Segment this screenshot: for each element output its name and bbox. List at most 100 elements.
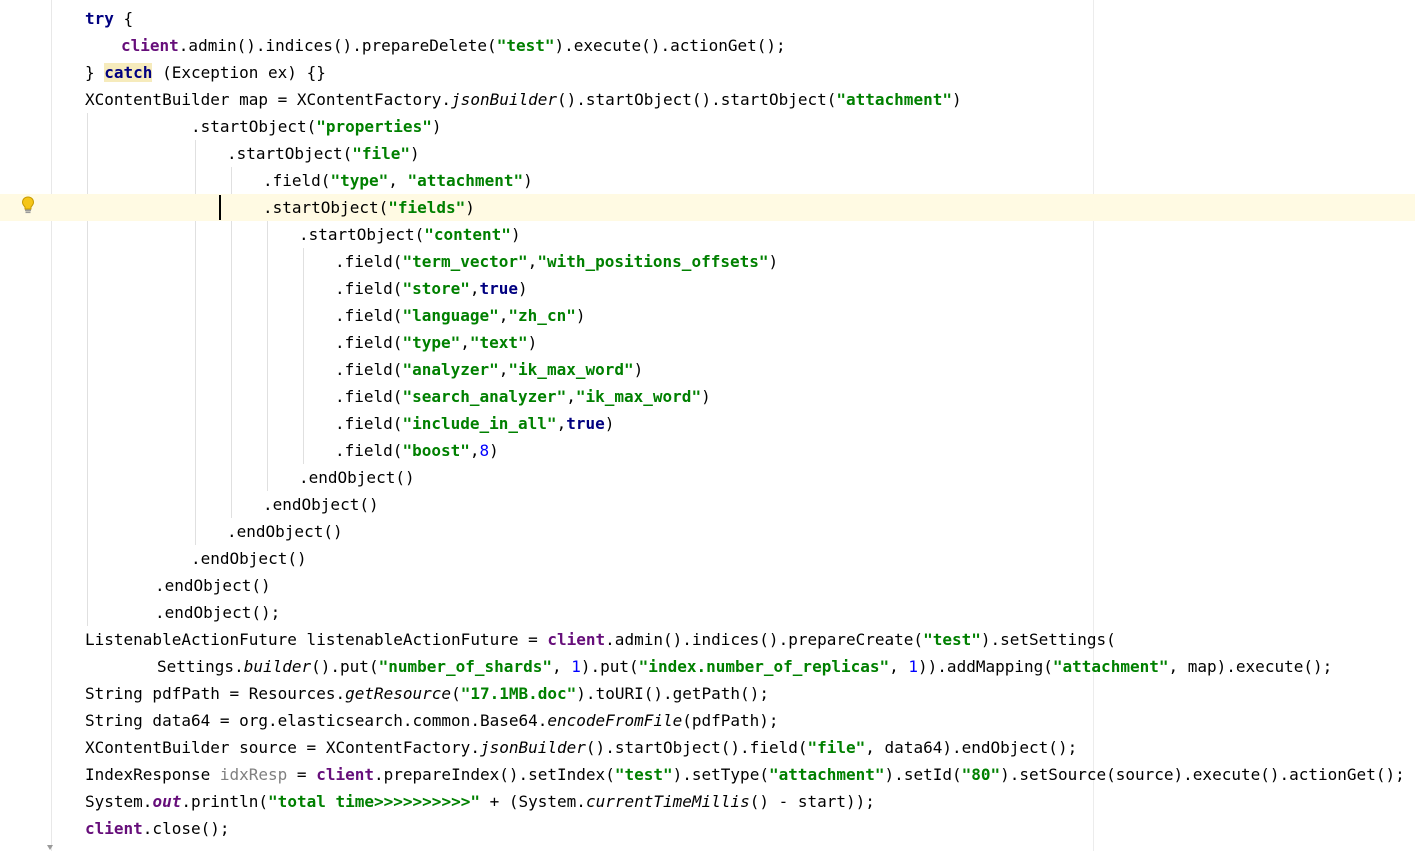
code-editor[interactable]: try {client.admin().indices().prepareDel…: [0, 0, 1415, 851]
code-line-text: .endObject(): [155, 572, 271, 599]
code-token: "type": [330, 171, 389, 190]
code-token: true: [479, 279, 519, 298]
code-token: String data64 = org.elasticsearch.common…: [85, 711, 548, 730]
code-token: ).put(: [580, 657, 639, 676]
code-token: .startObject(: [299, 225, 425, 244]
code-line[interactable]: System.out.println("total time>>>>>>>>>>…: [0, 788, 1415, 815]
code-token: ): [951, 90, 962, 109]
code-token: ): [431, 117, 442, 136]
code-line[interactable]: .endObject(): [0, 518, 1415, 545]
code-line[interactable]: client.close();: [0, 815, 1415, 842]
code-token: ): [523, 171, 533, 190]
code-token: ): [575, 306, 586, 325]
code-token: .println(: [181, 792, 269, 811]
code-token: .field(: [335, 387, 403, 406]
code-line-text: .field("analyzer","ik_max_word"): [335, 356, 643, 383]
code-line[interactable]: .field("store",true): [0, 275, 1415, 302]
code-token: String pdfPath = Resources.: [85, 684, 346, 703]
code-line[interactable]: .field("include_in_all",true): [0, 410, 1415, 437]
code-line[interactable]: .endObject(): [0, 464, 1415, 491]
code-token: ): [633, 360, 644, 379]
code-token: .prepareIndex().setIndex(: [374, 765, 615, 784]
code-line[interactable]: .startObject("file"): [0, 140, 1415, 167]
code-token: "term_vector": [402, 252, 528, 271]
lightbulb-icon[interactable]: [20, 196, 36, 214]
code-line[interactable]: .field("language","zh_cn"): [0, 302, 1415, 329]
code-line[interactable]: XContentBuilder map = XContentFactory.js…: [0, 86, 1415, 113]
code-token: .endObject(): [263, 495, 379, 514]
code-line[interactable]: .endObject();: [0, 599, 1415, 626]
code-line[interactable]: .field("type", "attachment"): [0, 167, 1415, 194]
code-line-text: .field("type", "attachment"): [263, 167, 533, 194]
code-line-text: .startObject("properties"): [191, 113, 441, 140]
code-token: 8: [479, 441, 490, 460]
code-line[interactable]: XContentBuilder source = XContentFactory…: [0, 734, 1415, 761]
code-token: .endObject(): [191, 549, 307, 568]
code-line-text: String pdfPath = Resources.getResource("…: [85, 680, 769, 707]
code-line-text: .field("term_vector","with_positions_off…: [335, 248, 778, 275]
code-line-text: try {: [85, 5, 133, 32]
code-token: "ik_max_word": [575, 387, 702, 406]
code-line-text: } catch (Exception ex) {}: [85, 59, 326, 86]
code-token: "total time>>>>>>>>>>": [268, 792, 480, 811]
code-line[interactable]: } catch (Exception ex) {}: [0, 59, 1415, 86]
code-line[interactable]: .endObject(): [0, 491, 1415, 518]
code-line[interactable]: client.admin().indices().prepareDelete("…: [0, 32, 1415, 59]
code-line[interactable]: Settings.builder().put("number_of_shards…: [0, 653, 1415, 680]
code-token: }: [85, 63, 105, 82]
code-token: .field(: [335, 441, 403, 460]
code-token: "search_analyzer": [402, 387, 567, 406]
code-line[interactable]: .endObject(): [0, 545, 1415, 572]
code-token: "17.1MB.doc": [460, 684, 577, 703]
code-line[interactable]: .field("analyzer","ik_max_word"): [0, 356, 1415, 383]
code-token: ): [518, 279, 528, 298]
code-token: (Exception ex) {}: [152, 63, 326, 82]
code-token: ): [410, 144, 420, 163]
code-line[interactable]: .endObject(): [0, 572, 1415, 599]
code-token: ).toURI().getPath();: [576, 684, 769, 703]
code-token: () - start));: [749, 792, 875, 811]
code-line[interactable]: IndexResponse idxResp = client.prepareIn…: [0, 761, 1415, 788]
fold-marker-icon[interactable]: [47, 845, 53, 851]
code-line-text: client.admin().indices().prepareDelete("…: [121, 32, 786, 59]
code-line[interactable]: String pdfPath = Resources.getResource("…: [0, 680, 1415, 707]
code-token: .admin().indices().prepareDelete(: [178, 36, 497, 55]
code-token: ): [527, 333, 538, 352]
code-line[interactable]: .startObject("properties"): [0, 113, 1415, 140]
code-token: encodeFromFile: [547, 711, 683, 730]
code-line[interactable]: ListenableActionFuture listenableActionF…: [0, 626, 1415, 653]
code-line[interactable]: try {: [0, 5, 1415, 32]
code-token: ).execute().actionGet();: [554, 36, 786, 55]
code-token: "file": [352, 144, 411, 163]
code-token: .field(: [335, 360, 403, 379]
code-line[interactable]: String data64 = org.elasticsearch.common…: [0, 707, 1415, 734]
code-token: "test": [496, 36, 555, 55]
code-token: (: [451, 684, 461, 703]
code-token: "analyzer": [402, 360, 499, 379]
code-token: "include_in_all": [402, 414, 557, 433]
code-line[interactable]: .startObject("content"): [0, 221, 1415, 248]
code-token: ().startObject().startObject(: [557, 90, 837, 109]
code-line[interactable]: .field("term_vector","with_positions_off…: [0, 248, 1415, 275]
code-line[interactable]: .startObject("fields"): [0, 194, 1415, 221]
code-token: XContentBuilder source = XContentFactory…: [85, 738, 480, 757]
code-line[interactable]: .field("boost",8): [0, 437, 1415, 464]
code-token: "store": [402, 279, 470, 298]
code-token: .field(: [335, 279, 403, 298]
code-token: ListenableActionFuture listenableActionF…: [85, 630, 548, 649]
code-token: jsonBuilder: [479, 738, 586, 757]
code-token: .endObject(): [227, 522, 343, 541]
code-token: XContentBuilder map = XContentFactory.: [85, 90, 452, 109]
code-line-text: .startObject("file"): [227, 140, 420, 167]
code-line-text: .startObject("content"): [299, 221, 521, 248]
code-token: {: [113, 9, 134, 28]
code-token: ): [768, 252, 779, 271]
code-token: .startObject(: [191, 117, 317, 136]
code-token: ,: [469, 441, 480, 460]
code-token: ,: [551, 657, 572, 676]
code-token: IndexResponse: [85, 765, 220, 784]
code-token: "attachment": [836, 90, 952, 109]
code-line[interactable]: .field("search_analyzer","ik_max_word"): [0, 383, 1415, 410]
code-line[interactable]: .field("type","text"): [0, 329, 1415, 356]
code-token: (pdfPath);: [682, 711, 779, 730]
